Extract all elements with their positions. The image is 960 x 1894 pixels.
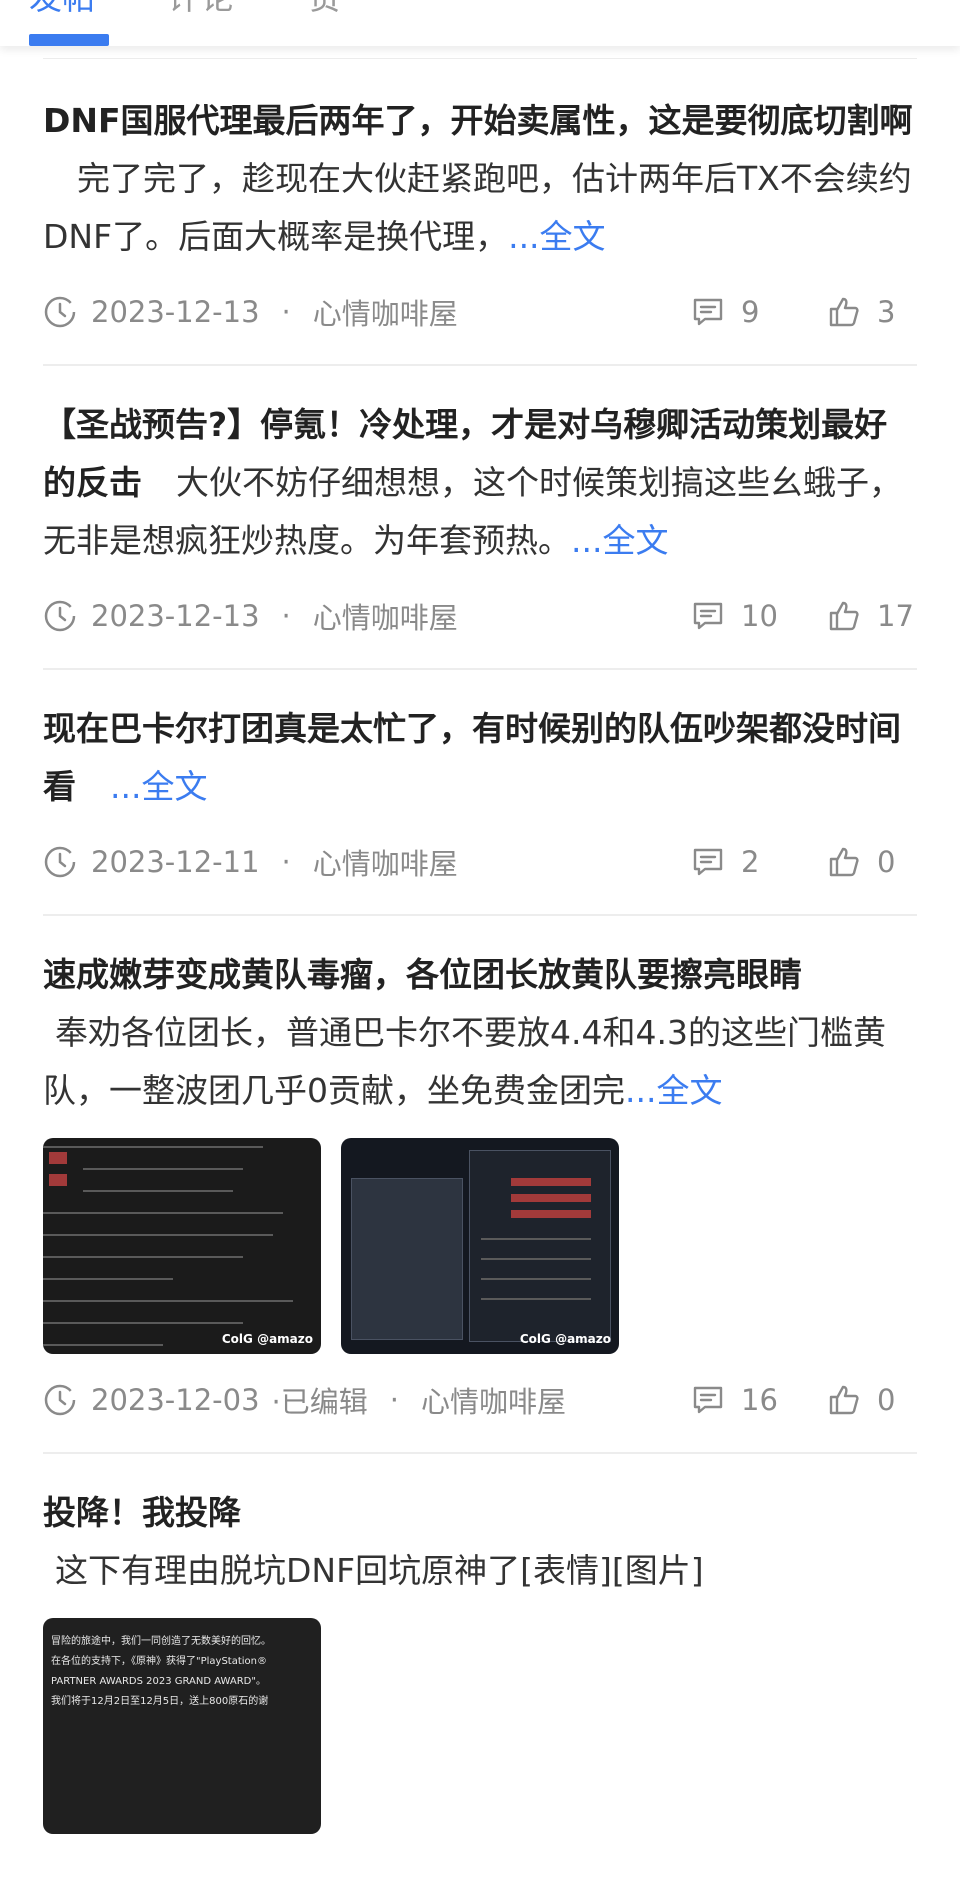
post-feed: DNF国服代理最后两年了，开始卖属性，这是要彻底切割啊完了完了，趁现在大伙赶紧跑… bbox=[43, 92, 917, 1894]
like-count: 3 bbox=[877, 295, 896, 329]
post-author[interactable]: 心情咖啡屋 bbox=[421, 1379, 566, 1421]
thumbnail-text-line: PARTNER AWARDS 2023 GRAND AWARD"。 bbox=[51, 1676, 266, 1687]
game-window-screenshot-thumbnail[interactable]: ColG @amazo bbox=[341, 1138, 619, 1354]
clock-icon bbox=[44, 846, 76, 878]
like-count: 0 bbox=[877, 845, 896, 879]
edited-label: ·已编辑 bbox=[271, 1385, 368, 1419]
divider bbox=[43, 58, 917, 59]
read-more-link[interactable]: ...全文 bbox=[625, 1071, 722, 1110]
read-more-link[interactable]: ...全文 bbox=[508, 217, 605, 256]
post-title: 速成嫩芽变成黄队毒瘤，各位团长放黄队要擦亮眼睛 bbox=[43, 955, 802, 994]
comment-icon[interactable] bbox=[691, 295, 725, 329]
thumbs-up-icon[interactable] bbox=[827, 1383, 861, 1417]
post-excerpt: 奉劝各位团长，普通巴卡尔不要放4.4和4.3的这些门槛黄队，一整波团几乎0贡献，… bbox=[43, 1013, 886, 1110]
tab-comments[interactable]: 评论 bbox=[168, 0, 234, 18]
comment-count: 2 bbox=[741, 845, 760, 879]
thumbnail-watermark: ColG @amazo bbox=[519, 1332, 611, 1346]
separator-dot: · bbox=[281, 295, 291, 329]
post-author[interactable]: 心情咖啡屋 bbox=[313, 595, 458, 637]
post-item[interactable]: 现在巴卡尔打团真是太忙了，有时候别的队伍吵架都没时间看 ...全文 2023-12… bbox=[43, 700, 917, 916]
post-meta: 2023-12-13 · 心情咖啡屋 9 3 bbox=[43, 290, 917, 334]
comment-count: 10 bbox=[741, 599, 778, 633]
post-item[interactable]: 速成嫩芽变成黄队毒瘤，各位团长放黄队要擦亮眼睛奉劝各位团长，普通巴卡尔不要放4.… bbox=[43, 946, 917, 1454]
post-item[interactable]: 投降！我投降这下有理由脱坑DNF回坑原神了[表情][图片] 冒险的旅途中，我们一… bbox=[43, 1484, 917, 1864]
post-date: 2023-12-13 bbox=[91, 599, 260, 633]
clock-icon bbox=[44, 1384, 76, 1416]
post-item[interactable]: 【圣战预告?】停氪！冷处理，才是对乌穆卿活动策划最好的反击 大伙不妨仔细想想，这个… bbox=[43, 396, 917, 670]
post-meta: 2023-12-11 · 心情咖啡屋 2 0 bbox=[43, 840, 917, 884]
separator-dot: · bbox=[389, 1383, 399, 1417]
separator-dot: · bbox=[281, 845, 291, 879]
thumbnail-text-line: 在各位的支持下，《原神》获得了"PlayStation® bbox=[51, 1656, 268, 1667]
like-count: 0 bbox=[877, 1383, 896, 1417]
post-content[interactable]: DNF国服代理最后两年了，开始卖属性，这是要彻底切割啊完了完了，趁现在大伙赶紧跑… bbox=[43, 92, 917, 266]
comment-icon[interactable] bbox=[691, 599, 725, 633]
thumbs-up-icon[interactable] bbox=[827, 599, 861, 633]
thumbnail-text-line: 冒险的旅途中，我们一同创造了无数美好的回忆。 bbox=[51, 1636, 271, 1647]
post-title: 投降！我投降 bbox=[43, 1493, 241, 1532]
post-content[interactable]: 现在巴卡尔打团真是太忙了，有时候别的队伍吵架都没时间看 ...全文 bbox=[43, 700, 917, 816]
read-more-link[interactable]: ...全文 bbox=[571, 521, 668, 560]
comment-icon[interactable] bbox=[691, 1383, 725, 1417]
separator-dot: · bbox=[281, 599, 291, 633]
thumbs-up-icon[interactable] bbox=[827, 295, 861, 329]
announcement-image-thumbnail[interactable]: 冒险的旅途中，我们一同创造了无数美好的回忆。 在各位的支持下，《原神》获得了"P… bbox=[43, 1618, 321, 1834]
active-tab-indicator bbox=[29, 34, 109, 46]
clock-icon bbox=[44, 600, 76, 632]
tab-bar: 发帖 评论 赞 bbox=[0, 0, 960, 46]
comment-count: 16 bbox=[741, 1383, 778, 1417]
post-excerpt: 完了完了，趁现在大伙赶紧跑吧，估计两年后TX不会续约DNF了。后面大概率是换代理… bbox=[43, 159, 912, 256]
like-count: 17 bbox=[877, 599, 914, 633]
post-excerpt: 大伙不妨仔细想想，这个时候策划搞这些幺蛾子，无非是想疯狂炒热度。为年套预热。 bbox=[43, 463, 902, 560]
thumbnail-text-line: 我们将于12月2日至12月5日，送上800原石的谢 bbox=[51, 1696, 269, 1707]
post-images: ColG @amazo ColG @amazo bbox=[43, 1138, 917, 1354]
post-date: 2023-12-11 bbox=[91, 845, 260, 879]
post-content[interactable]: 【圣战预告?】停氪！冷处理，才是对乌穆卿活动策划最好的反击 大伙不妨仔细想想，这个… bbox=[43, 396, 917, 570]
post-author[interactable]: 心情咖啡屋 bbox=[313, 841, 458, 883]
post-excerpt: 这下有理由脱坑DNF回坑原神了[表情][图片] bbox=[55, 1551, 704, 1590]
post-content[interactable]: 速成嫩芽变成黄队毒瘤，各位团长放黄队要擦亮眼睛奉劝各位团长，普通巴卡尔不要放4.… bbox=[43, 946, 917, 1120]
post-date: 2023-12-03 bbox=[91, 1383, 260, 1417]
thumbs-up-icon[interactable] bbox=[827, 845, 861, 879]
post-meta: 2023-12-13 · 心情咖啡屋 10 17 bbox=[43, 594, 917, 638]
post-title: DNF国服代理最后两年了，开始卖属性，这是要彻底切割啊 bbox=[43, 101, 913, 140]
tab-likes[interactable]: 赞 bbox=[308, 0, 341, 18]
read-more-link[interactable]: ...全文 bbox=[110, 767, 207, 806]
post-images: 冒险的旅途中，我们一同创造了无数美好的回忆。 在各位的支持下，《原神》获得了"P… bbox=[43, 1618, 917, 1834]
comment-count: 9 bbox=[741, 295, 760, 329]
tab-posts[interactable]: 发帖 bbox=[29, 0, 95, 18]
chat-screenshot-thumbnail[interactable]: ColG @amazo bbox=[43, 1138, 321, 1354]
thumbnail-watermark: ColG @amazo bbox=[221, 1332, 313, 1346]
post-item[interactable]: DNF国服代理最后两年了，开始卖属性，这是要彻底切割啊完了完了，趁现在大伙赶紧跑… bbox=[43, 92, 917, 366]
comment-icon[interactable] bbox=[691, 845, 725, 879]
post-content[interactable]: 投降！我投降这下有理由脱坑DNF回坑原神了[表情][图片] bbox=[43, 1484, 917, 1600]
clock-icon bbox=[44, 296, 76, 328]
post-meta: 2023-12-03 ·已编辑 · 心情咖啡屋 16 0 bbox=[43, 1378, 917, 1422]
post-date: 2023-12-13 bbox=[91, 295, 260, 329]
post-author[interactable]: 心情咖啡屋 bbox=[313, 291, 458, 333]
